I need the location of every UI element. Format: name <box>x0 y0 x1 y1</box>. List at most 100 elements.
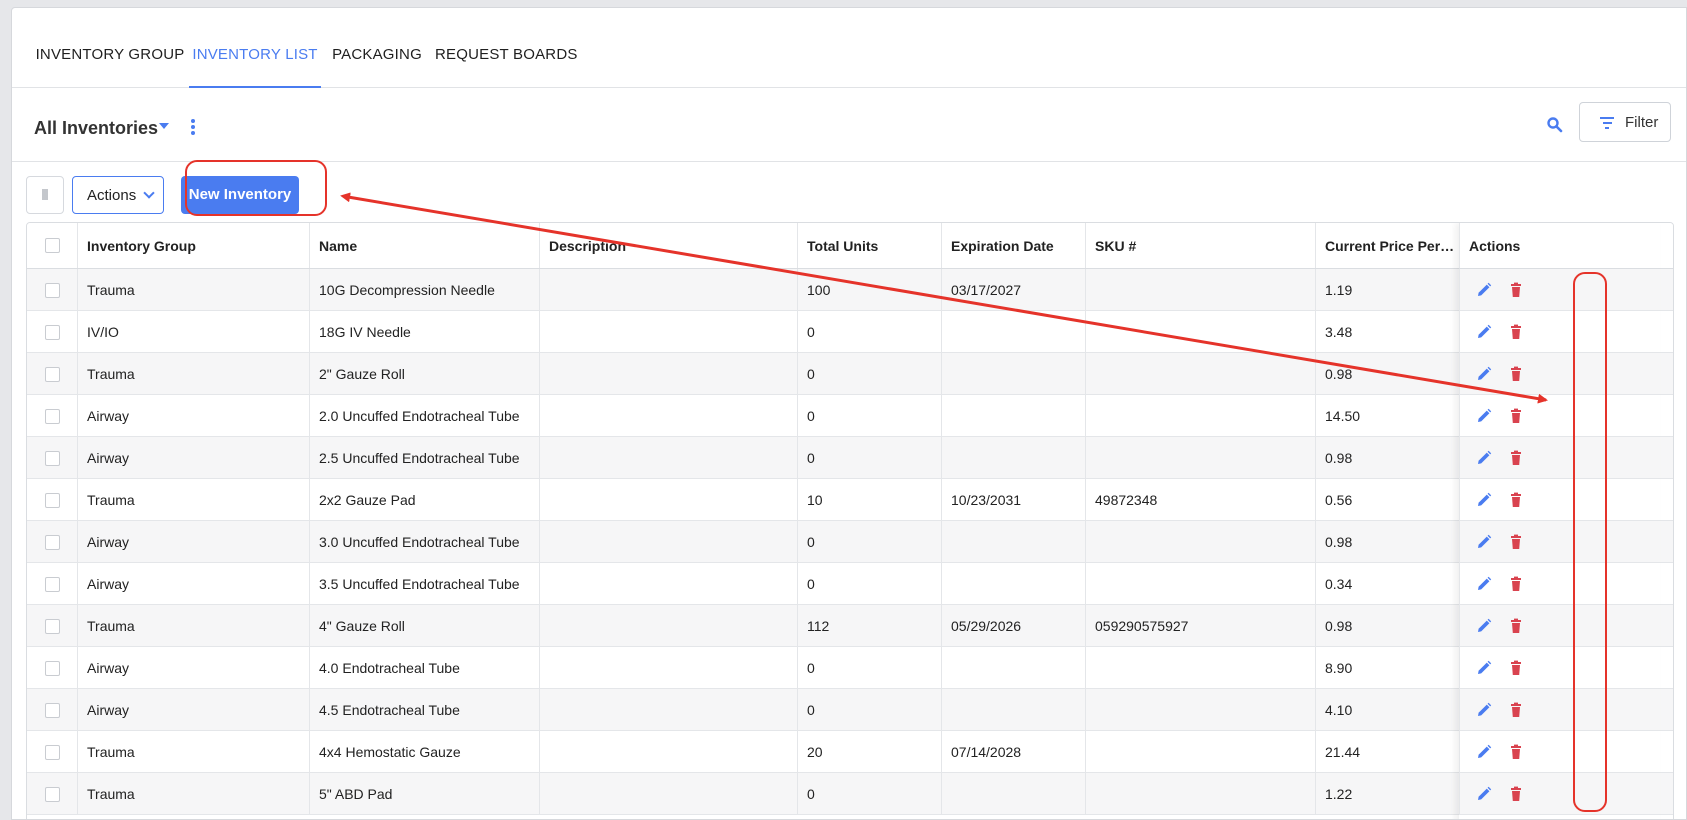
table-row[interactable]: Airway 3.0 Uncuffed Endotracheal Tube 0 0.9… <box>27 521 1673 563</box>
row-checkbox[interactable] <box>45 367 60 382</box>
actions-dropdown-button[interactable]: Actions <box>72 176 164 214</box>
table-row[interactable]: Trauma 2" Gauze Roll 0 0.98 <box>27 353 1673 395</box>
edit-pencil-icon[interactable] <box>1476 786 1492 802</box>
edit-pencil-icon[interactable] <box>1476 660 1492 676</box>
cell-group: Trauma <box>87 618 135 634</box>
table-row[interactable]: Trauma 2x2 Gauze Pad 10 10/23/2031 49872348 0… <box>27 479 1673 521</box>
view-selector-title[interactable]: All Inventories <box>34 118 158 139</box>
cell-price: 0.98 <box>1325 450 1353 466</box>
column-header-total-units[interactable]: Total Units <box>797 223 941 268</box>
table-row[interactable]: Airway 2.0 Uncuffed Endotracheal Tube 0 14.… <box>27 395 1673 437</box>
tab-request-boards[interactable]: REQUEST BOARDS <box>435 8 577 88</box>
table-row[interactable]: Trauma 5" ABD Pad 0 1.22 <box>27 773 1673 815</box>
delete-trash-icon[interactable] <box>1508 786 1524 802</box>
delete-trash-icon[interactable] <box>1508 744 1524 760</box>
table-row[interactable]: Airway 4.0 Endotracheal Tube 0 8.90 <box>27 647 1673 689</box>
chevron-down-icon[interactable] <box>159 123 169 129</box>
row-checkbox[interactable] <box>45 535 60 550</box>
row-checkbox[interactable] <box>45 283 60 298</box>
cell-units: 20 <box>807 744 823 760</box>
edit-pencil-icon[interactable] <box>1476 366 1492 382</box>
cell-expiration: 10/23/2031 <box>951 492 1022 508</box>
row-checkbox[interactable] <box>45 325 60 340</box>
column-header-description[interactable]: Description <box>539 223 797 268</box>
table-row[interactable]: IV/IO 18G IV Needle 0 3.48 <box>27 311 1673 353</box>
cell-units: 0 <box>807 660 815 676</box>
delete-trash-icon[interactable] <box>1508 702 1524 718</box>
delete-trash-icon[interactable] <box>1508 576 1524 592</box>
column-header-inventory-group[interactable]: Inventory Group <box>77 223 309 268</box>
column-header-expiration-date[interactable]: Expiration Date <box>941 223 1085 268</box>
tab-inventory-group[interactable]: INVENTORY GROUP <box>34 8 186 88</box>
cell-name: 3.0 Uncuffed Endotracheal Tube <box>319 534 520 550</box>
row-checkbox[interactable] <box>45 451 60 466</box>
row-checkbox[interactable] <box>45 493 60 508</box>
tab-inventory-list[interactable]: INVENTORY LIST <box>189 8 321 88</box>
edit-pencil-icon[interactable] <box>1476 324 1492 340</box>
edit-pencil-icon[interactable] <box>1476 576 1492 592</box>
delete-trash-icon[interactable] <box>1508 324 1524 340</box>
edit-pencil-icon[interactable] <box>1476 282 1492 298</box>
delete-trash-icon[interactable] <box>1508 450 1524 466</box>
row-checkbox[interactable] <box>45 409 60 424</box>
cell-group: Airway <box>87 576 130 592</box>
row-checkbox[interactable] <box>45 577 60 592</box>
cell-units: 0 <box>807 576 815 592</box>
cell-units: 112 <box>807 618 830 634</box>
filter-button[interactable]: Filter <box>1579 102 1671 142</box>
table-row[interactable]: Trauma 10G Decompression Needle 100 03/17/2… <box>27 269 1673 311</box>
inventory-table: Inventory Group Name Description Total U… <box>26 222 1674 819</box>
table-row[interactable]: Trauma 4" Gauze Roll 112 05/29/2026 05929057… <box>27 605 1673 647</box>
bulk-delete-button[interactable] <box>26 176 64 214</box>
edit-pencil-icon[interactable] <box>1476 492 1492 508</box>
cell-name: 4x4 Hemostatic Gauze <box>319 744 461 760</box>
cell-sku: 49872348 <box>1095 492 1158 508</box>
cell-expiration <box>941 689 1085 730</box>
select-all-checkbox[interactable] <box>45 238 60 253</box>
cell-expiration <box>941 521 1085 562</box>
edit-pencil-icon[interactable] <box>1476 534 1492 550</box>
cell-description <box>539 395 797 436</box>
cell-units: 0 <box>807 450 815 466</box>
new-inventory-button[interactable]: New Inventory <box>181 176 299 214</box>
column-header-sku[interactable]: SKU # <box>1085 223 1315 268</box>
delete-trash-icon[interactable] <box>1508 618 1524 634</box>
delete-trash-icon[interactable] <box>1508 660 1524 676</box>
table-row[interactable]: Trauma 4x4 Hemostatic Gauze 20 07/14/2028 21… <box>27 731 1673 773</box>
edit-pencil-icon[interactable] <box>1476 450 1492 466</box>
filter-label: Filter <box>1625 114 1659 131</box>
cell-price: 3.48 <box>1325 324 1353 340</box>
tab-bar: INVENTORY GROUP INVENTORY LIST PACKAGING… <box>12 8 1686 88</box>
row-checkbox[interactable] <box>45 619 60 634</box>
column-header-current-price[interactable]: Current Price Per ... <box>1315 223 1455 268</box>
column-header-name[interactable]: Name <box>309 223 539 268</box>
cell-price: 8.90 <box>1325 660 1353 676</box>
edit-pencil-icon[interactable] <box>1476 744 1492 760</box>
table-row[interactable]: Airway 4.5 Endotracheal Tube 0 4.10 <box>27 689 1673 731</box>
edit-pencil-icon[interactable] <box>1476 408 1492 424</box>
cell-group: Airway <box>87 702 130 718</box>
delete-trash-icon[interactable] <box>1508 366 1524 382</box>
cell-group: IV/IO <box>87 324 119 340</box>
tab-packaging[interactable]: PACKAGING <box>327 8 427 88</box>
cell-price: 14.50 <box>1325 408 1361 424</box>
delete-trash-icon[interactable] <box>1508 408 1524 424</box>
table-row[interactable]: Airway 3.5 Uncuffed Endotracheal Tube 0 0.3… <box>27 563 1673 605</box>
search-icon[interactable] <box>1546 116 1564 134</box>
delete-trash-icon[interactable] <box>1508 534 1524 550</box>
delete-trash-icon[interactable] <box>1508 282 1524 298</box>
cell-expiration <box>941 353 1085 394</box>
cell-price: 21.44 <box>1325 744 1361 760</box>
row-checkbox[interactable] <box>45 787 60 802</box>
row-checkbox[interactable] <box>45 703 60 718</box>
cell-name: 2.0 Uncuffed Endotracheal Tube <box>319 408 520 424</box>
row-checkbox[interactable] <box>45 661 60 676</box>
delete-trash-icon[interactable] <box>1508 492 1524 508</box>
edit-pencil-icon[interactable] <box>1476 702 1492 718</box>
row-checkbox[interactable] <box>45 745 60 760</box>
cell-expiration <box>941 563 1085 604</box>
cell-description <box>539 773 797 814</box>
table-row[interactable]: Airway 2.5 Uncuffed Endotracheal Tube 0 0.9… <box>27 437 1673 479</box>
edit-pencil-icon[interactable] <box>1476 618 1492 634</box>
kebab-menu-icon[interactable] <box>191 119 195 137</box>
